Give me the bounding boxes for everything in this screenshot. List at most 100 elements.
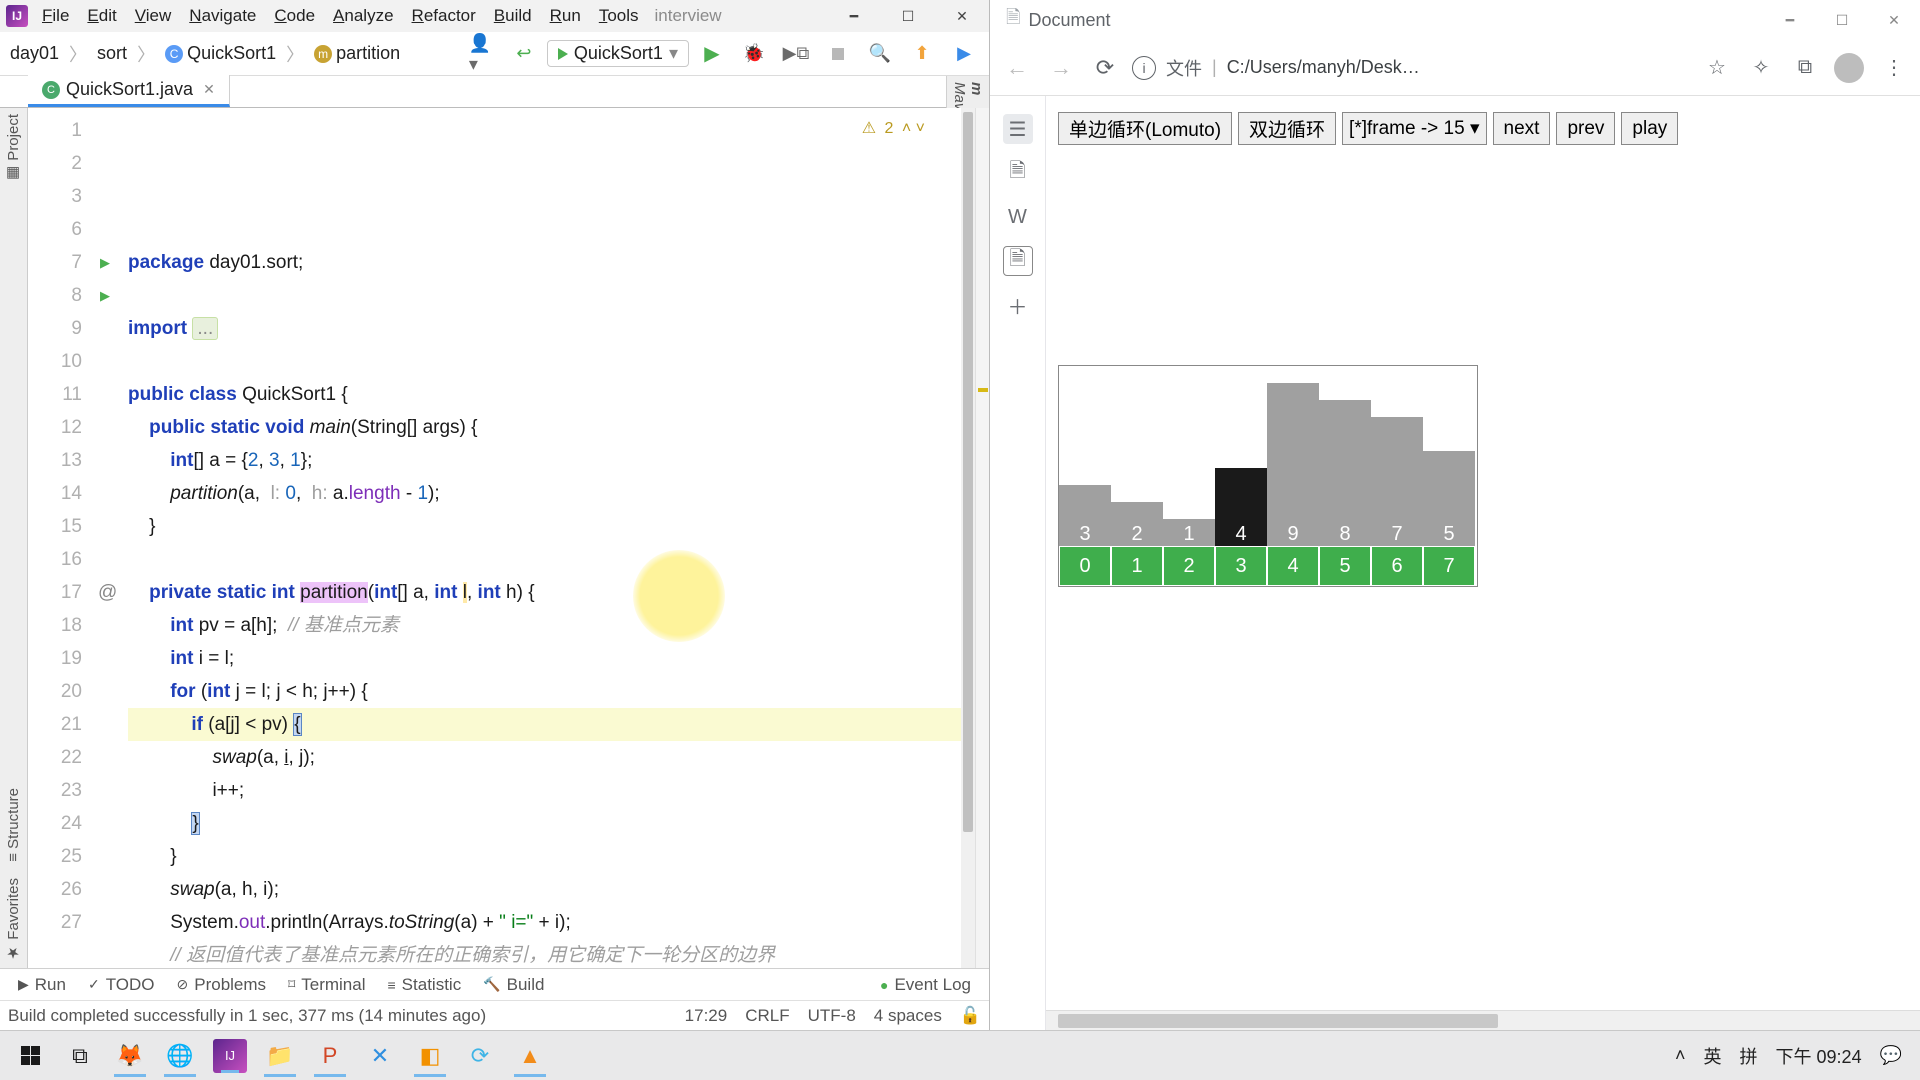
clock[interactable]: 下午 09:24 — [1776, 1043, 1862, 1069]
code-line-19[interactable]: i++; — [128, 774, 961, 807]
tool-problems[interactable]: ⊘Problems — [167, 975, 277, 995]
tool-build[interactable]: 🔨Build — [473, 975, 554, 995]
gutter[interactable]: 1236789101112131415161718192021222324252… — [28, 108, 88, 968]
tab-close-icon[interactable]: ✕ — [203, 81, 215, 98]
menu-refactor[interactable]: Refactor — [404, 3, 484, 29]
run-button[interactable]: ▶ — [699, 41, 725, 67]
prev-button[interactable]: prev — [1556, 112, 1615, 145]
menu-analyze[interactable]: Analyze — [325, 3, 401, 29]
wiki-icon[interactable]: W — [1003, 202, 1033, 232]
menu-build[interactable]: Build — [486, 3, 540, 29]
browser-maximize[interactable]: ☐ — [1816, 0, 1868, 40]
inspection-summary[interactable]: ⚠ 2 ˄ ˅ — [862, 112, 925, 145]
back-icon[interactable]: ↩ — [511, 41, 537, 67]
crumb-class[interactable]: CQuickSort1 — [161, 43, 280, 64]
crumb-day01[interactable]: day01 — [6, 43, 63, 64]
next-button[interactable]: next — [1493, 112, 1551, 145]
editor-scrollbar[interactable] — [961, 108, 975, 968]
menu-file[interactable]: File — [34, 3, 77, 29]
run-config-select[interactable]: QuickSort1 ▾ — [547, 40, 689, 67]
ime-lang[interactable]: 英 — [1704, 1043, 1722, 1069]
code-line-18[interactable]: swap(a, i, j); — [128, 741, 961, 774]
menu-view[interactable]: View — [127, 3, 180, 29]
tool-run[interactable]: ▶Run — [8, 975, 76, 995]
windows-taskbar[interactable]: ⧉ 🦊 🌐 IJ 📁 P ✕ ◧ ⟳ ▲ ˄ 英 拼 下午 09:24 💬 — [0, 1030, 1920, 1080]
firefox-icon[interactable]: 🦊 — [106, 1035, 154, 1077]
code-line-6[interactable] — [128, 345, 961, 378]
line-sep[interactable]: CRLF — [745, 1006, 789, 1026]
indent[interactable]: 4 spaces — [874, 1006, 942, 1026]
favorites-tool-tab[interactable]: ★ Favorites — [3, 872, 25, 968]
address-bar[interactable]: i 文件 | C:/Users/manyh/Desk… — [1128, 55, 1694, 81]
vlc-icon[interactable]: ▲ — [506, 1035, 554, 1077]
code-line-9[interactable]: int[] a = {2, 3, 1}; — [128, 444, 961, 477]
bars-view-icon[interactable]: ☰ — [1003, 114, 1033, 144]
encoding[interactable]: UTF-8 — [808, 1006, 856, 1026]
structure-tool-tab[interactable]: ≡ Structure — [3, 782, 24, 868]
task-view-button[interactable]: ⧉ — [56, 1035, 104, 1077]
tool-terminal[interactable]: ⌑Terminal — [278, 975, 375, 995]
explorer-icon[interactable]: 📁 — [256, 1035, 304, 1077]
page-icon[interactable]: 🗎 — [1003, 158, 1033, 188]
project-tool-tab[interactable]: ▦ Project — [3, 108, 25, 189]
action-center-icon[interactable]: 💬 — [1880, 1045, 1902, 1066]
reading-list-icon[interactable]: ✧ — [1740, 47, 1782, 89]
reload-button[interactable]: ⟳ — [1084, 47, 1126, 89]
code-line-17[interactable]: if (a[j] < pv) { — [128, 708, 961, 741]
crumb-method[interactable]: mpartition — [310, 43, 404, 64]
tray-chevron-icon[interactable]: ˄ — [1675, 1045, 1686, 1066]
system-tray[interactable]: ˄ 英 拼 下午 09:24 💬 — [1675, 1043, 1914, 1069]
forward-button[interactable]: → — [1040, 47, 1082, 89]
crumb-sort[interactable]: sort — [93, 43, 131, 64]
intellij-taskbar-icon[interactable]: IJ — [213, 1039, 247, 1073]
menu-kebab-icon[interactable]: ⋮ — [1872, 47, 1914, 89]
code-line-13[interactable]: @ private static int partition(int[] a, … — [128, 576, 961, 609]
coverage-button[interactable]: ▶⧉ — [783, 41, 809, 67]
code-line-20[interactable]: } — [128, 807, 961, 840]
profile-avatar[interactable] — [1828, 47, 1870, 89]
code-line-8[interactable]: public static void main(String[] args) { — [128, 411, 961, 444]
app-icon-2[interactable]: ⟳ — [456, 1035, 504, 1077]
menu-edit[interactable]: Edit — [79, 3, 124, 29]
search-button[interactable]: 🔍 — [867, 41, 893, 67]
browser-close[interactable]: ✕ — [1868, 0, 1920, 40]
code-line-22[interactable]: swap(a, h, i); — [128, 873, 961, 906]
powerpoint-icon[interactable]: P — [306, 1035, 354, 1077]
horizontal-scrollbar[interactable] — [1046, 1010, 1920, 1030]
ide-actions-button[interactable]: ▶ — [951, 41, 977, 67]
menu-run[interactable]: Run — [542, 3, 589, 29]
menu-navigate[interactable]: Navigate — [181, 3, 264, 29]
edge-icon[interactable]: 🌐 — [156, 1035, 204, 1077]
update-button[interactable]: ⬆ — [909, 41, 935, 67]
add-view-icon[interactable]: ＋ — [1003, 290, 1033, 320]
browser-tab[interactable]: 🗎 Document — [990, 5, 1127, 35]
minimize-button[interactable]: ━ — [827, 0, 881, 32]
code-line-23[interactable]: System.out.println(Arrays.toString(a) + … — [128, 906, 961, 939]
tool-todo[interactable]: ✓TODO — [78, 975, 165, 995]
browser-minimize[interactable]: ━ — [1764, 0, 1816, 40]
code-line-2[interactable] — [128, 279, 961, 312]
code-line-3[interactable]: import ... — [128, 312, 961, 345]
back-button[interactable]: ← — [996, 47, 1038, 89]
app-icon-1[interactable]: ◧ — [406, 1035, 454, 1077]
close-button[interactable]: ✕ — [935, 0, 989, 32]
play-button[interactable]: play — [1621, 112, 1678, 145]
lomuto-button[interactable]: 单边循环(Lomuto) — [1058, 112, 1232, 145]
maximize-button[interactable]: ☐ — [881, 0, 935, 32]
code-line-1[interactable]: package day01.sort; — [128, 246, 961, 279]
bookmark-star-icon[interactable]: ☆ — [1696, 47, 1738, 89]
hoare-button[interactable]: 双边循环 — [1238, 112, 1336, 145]
site-info-icon[interactable]: i — [1132, 56, 1156, 80]
code-line-11[interactable]: } — [128, 510, 961, 543]
code-line-21[interactable]: } — [128, 840, 961, 873]
ime-mode[interactable]: 拼 — [1740, 1043, 1758, 1069]
vcs-icon[interactable]: 👤▾ — [469, 41, 495, 67]
code-area[interactable]: ⚠ 2 ˄ ˅ package day01.sort; import ... p… — [88, 108, 961, 968]
editor[interactable]: ▦ Project ≡ Structure ★ Favorites 123678… — [0, 108, 989, 968]
collections-icon[interactable]: ⧉ — [1784, 47, 1826, 89]
tool-statistic[interactable]: ≡Statistic — [378, 975, 472, 995]
file-tab-quicksort1[interactable]: C QuickSort1.java ✕ — [28, 75, 230, 107]
vscode-icon[interactable]: ✕ — [356, 1035, 404, 1077]
code-line-15[interactable]: int i = l; — [128, 642, 961, 675]
event-log-button[interactable]: ●Event Log — [870, 975, 981, 995]
